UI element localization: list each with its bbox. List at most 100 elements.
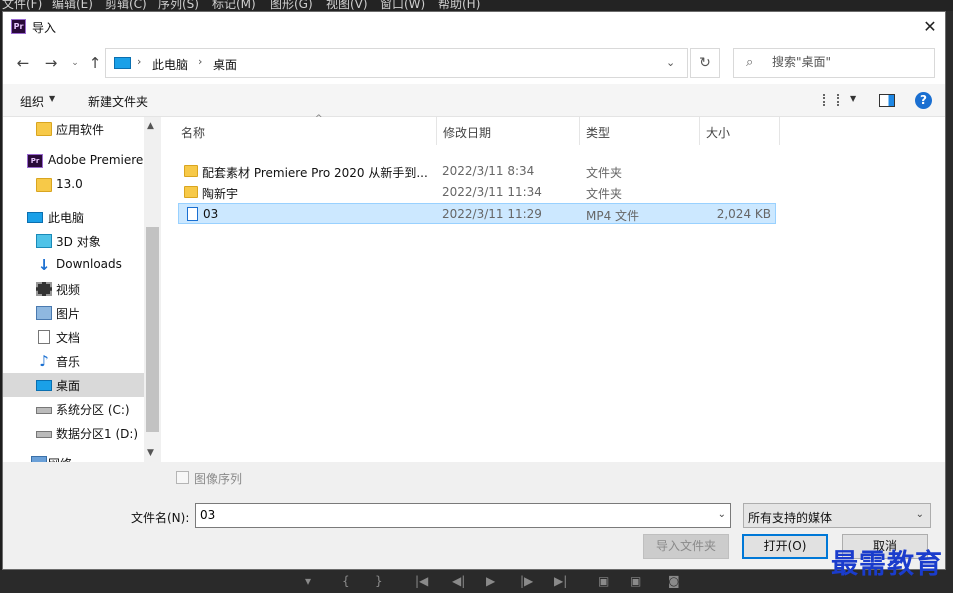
navigation-bar: ← → ⌄ ↑ › 此电脑 › 桌面 ⌄ ↻ ⌕ [3, 42, 945, 84]
image-sequence-checkbox[interactable] [176, 471, 189, 484]
file-size: 2,024 KB [716, 207, 771, 221]
file-row-03-mp4[interactable]: 03 2022/3/11 11:29 MP4 文件 2,024 KB [178, 203, 776, 224]
search-box[interactable]: ⌕ [733, 48, 935, 78]
out-point-icon[interactable]: } [375, 574, 383, 588]
tree-item-documents[interactable]: 文档 [3, 325, 144, 349]
forward-arrow-icon[interactable]: → [41, 54, 61, 72]
view-options-icon[interactable] [823, 94, 839, 106]
picture-icon [36, 306, 52, 320]
file-row-folder-materials[interactable]: 配套素材 Premiere Pro 2020 从新手到... 2022/3/11… [178, 161, 776, 182]
tree-item-adobe-premiere[interactable]: Pr Adobe Premiere [3, 149, 144, 173]
step-back-icon[interactable]: ◀| [452, 574, 465, 588]
app-menu-edit[interactable]: 编辑(E) [52, 0, 93, 11]
tree-item-downloads[interactable]: ↓ Downloads [3, 253, 144, 277]
chevron-down-icon[interactable]: ⌄ [666, 56, 675, 69]
premiere-icon: Pr [27, 154, 43, 168]
address-bar[interactable]: › 此电脑 › 桌面 ⌄ [105, 48, 688, 78]
up-arrow-icon[interactable]: ↑ [85, 54, 105, 72]
tree-item-pictures[interactable]: 图片 [3, 301, 144, 325]
scroll-up-icon[interactable]: ▲ [147, 121, 154, 131]
step-forward-icon[interactable]: |▶ [520, 574, 533, 588]
camera-icon[interactable]: ◙ [668, 574, 680, 588]
filename-input[interactable] [200, 508, 700, 522]
go-to-in-icon[interactable]: |◀ [415, 574, 428, 588]
chevron-down-icon[interactable]: ⌄ [916, 509, 924, 520]
import-folder-button[interactable]: 导入文件夹 [643, 534, 729, 559]
in-point-icon[interactable]: { [342, 574, 350, 588]
column-header-type[interactable]: 类型 [580, 117, 700, 145]
scrollbar-thumb[interactable] [146, 227, 159, 432]
app-menu-marker[interactable]: 标记(M) [212, 0, 256, 11]
marker-icon[interactable]: ▾ [305, 574, 311, 588]
drive-icon [36, 431, 52, 438]
column-header-label: 类型 [586, 126, 611, 140]
app-menu-help[interactable]: 帮助(H) [438, 0, 480, 11]
chevron-right-icon[interactable]: › [198, 55, 202, 68]
tree-item-music[interactable]: ♪ 音乐 [3, 349, 144, 373]
breadcrumb-desktop[interactable]: 桌面 [213, 56, 237, 73]
folder-icon [184, 165, 198, 177]
file-row-folder-taoxinyu[interactable]: 陶新宇 2022/3/11 11:34 文件夹 [178, 182, 776, 203]
open-button[interactable]: 打开(O) [742, 534, 828, 559]
tree-item-drive-c[interactable]: 系统分区 (C:) [3, 397, 144, 421]
app-menu-file[interactable]: 文件(F) [2, 0, 42, 11]
video-file-icon [187, 207, 198, 221]
caret-down-icon[interactable]: ▼ [49, 94, 55, 103]
go-to-out-icon[interactable]: ▶| [554, 574, 567, 588]
image-sequence-label: 图像序列 [194, 472, 243, 486]
insert-icon[interactable]: ▣ [598, 574, 609, 588]
tree-item-desktop[interactable]: 桌面 [3, 373, 144, 397]
search-input[interactable] [772, 55, 927, 69]
file-type-filter[interactable]: 所有支持的媒体 ⌄ [743, 503, 931, 528]
column-header-size[interactable]: 大小 [700, 117, 780, 145]
app-menu-view[interactable]: 视图(V) [326, 0, 368, 11]
column-header-label: 名称 [181, 126, 206, 140]
tree-item-apps[interactable]: 应用软件 [3, 117, 144, 141]
preview-pane-icon[interactable] [879, 94, 895, 107]
app-menu-clip[interactable]: 剪辑(C) [105, 0, 147, 11]
folder-icon [36, 122, 52, 136]
tree-item-network[interactable]: 网络 [3, 451, 144, 462]
tree-item-3d-objects[interactable]: 3D 对象 [3, 229, 144, 253]
play-icon[interactable]: ▶ [486, 574, 495, 588]
tree-item-label: 文档 [56, 331, 81, 345]
app-menu-window[interactable]: 窗口(W) [380, 0, 425, 11]
close-button[interactable]: ✕ [919, 16, 941, 38]
column-header-date[interactable]: 修改日期 [437, 117, 580, 145]
app-transport-bar: ▾ { } |◀ ◀| ▶ |▶ ▶| ▣ ▣ ◙ [0, 570, 953, 593]
file-type: 文件夹 [586, 187, 623, 201]
tree-item-13[interactable]: 13.0 [3, 173, 144, 197]
file-date: 2022/3/11 11:34 [442, 185, 542, 199]
app-menu-sequence[interactable]: 序列(S) [158, 0, 199, 11]
chevron-right-icon[interactable]: › [137, 55, 141, 68]
scroll-down-icon[interactable]: ▼ [147, 448, 154, 458]
cube-icon [36, 234, 52, 248]
recent-locations-icon[interactable]: ⌄ [65, 58, 85, 68]
chevron-down-icon[interactable]: ⌄ [718, 509, 726, 520]
tree-item-videos[interactable]: 视频 [3, 277, 144, 301]
tree-item-label: Adobe Premiere [48, 153, 144, 167]
app-right-panel [946, 11, 953, 570]
tree-item-this-pc[interactable]: 此电脑 [3, 205, 144, 229]
file-date: 2022/3/11 8:34 [442, 164, 535, 178]
organize-button[interactable]: 组织 [20, 93, 44, 110]
caret-down-icon[interactable]: ▼ [850, 94, 856, 103]
new-folder-button[interactable]: 新建文件夹 [88, 93, 148, 110]
refresh-button[interactable]: ↻ [690, 48, 720, 78]
music-icon: ♪ [39, 352, 49, 370]
column-header-name[interactable]: 名称 ^ [175, 114, 437, 145]
tree-item-drive-d[interactable]: 数据分区1 (D:) [3, 421, 144, 445]
folder-icon [184, 186, 198, 198]
tree-item-label: 此电脑 [48, 211, 85, 225]
app-menu-graphics[interactable]: 图形(G) [270, 0, 313, 11]
back-arrow-icon[interactable]: ← [13, 54, 33, 72]
tree-scrollbar[interactable]: ▲ ▼ [144, 117, 161, 462]
column-header-label: 大小 [706, 126, 731, 140]
overwrite-icon[interactable]: ▣ [630, 574, 641, 588]
help-icon[interactable]: ? [915, 92, 932, 109]
sort-ascending-icon: ^ [315, 114, 323, 124]
filename-combobox[interactable]: ⌄ [195, 503, 731, 528]
breadcrumb-this-pc[interactable]: 此电脑 [152, 56, 188, 73]
computer-icon [27, 212, 43, 223]
navigation-tree: 应用软件 Pr Adobe Premiere 13.0 此电脑 3D 对象 ↓ … [3, 117, 144, 462]
